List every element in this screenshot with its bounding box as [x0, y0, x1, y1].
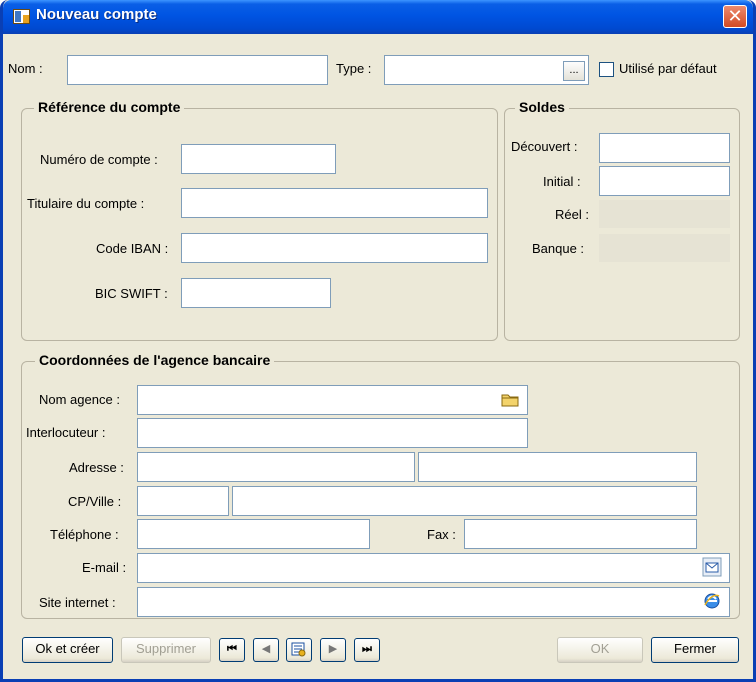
- account-app-icon: [13, 9, 30, 24]
- interlocuteur-label: Interlocuteur :: [26, 425, 106, 440]
- nom-label: Nom :: [8, 61, 43, 76]
- adresse-line1-input[interactable]: [137, 452, 415, 482]
- search-record-button[interactable]: [286, 638, 312, 662]
- decouvert-label: Découvert :: [511, 139, 578, 154]
- titulaire-compte-label: Titulaire du compte :: [27, 196, 145, 211]
- nom-agence-label: Nom agence :: [39, 392, 120, 407]
- title-bar[interactable]: Nouveau compte ✕: [3, 0, 753, 34]
- email-input[interactable]: [137, 553, 730, 583]
- banque-value-field: [599, 234, 730, 262]
- fax-label: Fax :: [427, 527, 456, 542]
- nav-first-button[interactable]: ⏮: [219, 638, 245, 662]
- site-internet-input[interactable]: [137, 587, 730, 617]
- telephone-input[interactable]: [137, 519, 370, 549]
- default-checkbox-label: Utilisé par défaut: [619, 61, 717, 76]
- nav-previous-button[interactable]: ◀: [253, 638, 279, 662]
- reference-group-title: Référence du compte: [34, 99, 185, 115]
- iban-input[interactable]: [181, 233, 488, 263]
- banque-label: Banque :: [532, 241, 585, 256]
- type-label: Type :: [336, 61, 372, 76]
- nom-input[interactable]: [67, 55, 328, 85]
- interlocuteur-input[interactable]: [137, 418, 528, 448]
- iban-label: Code IBAN :: [96, 241, 169, 256]
- fax-input[interactable]: [464, 519, 697, 549]
- nav-last-button[interactable]: ⏭: [354, 638, 380, 662]
- default-checkbox[interactable]: [599, 62, 614, 77]
- bic-swift-label: BIC SWIFT :: [95, 286, 168, 301]
- search-record-icon: [291, 642, 306, 657]
- supprimer-button[interactable]: Supprimer: [121, 637, 211, 663]
- type-input[interactable]: [384, 55, 589, 85]
- titulaire-compte-input[interactable]: [181, 188, 488, 218]
- fermer-button[interactable]: Fermer: [651, 637, 739, 663]
- dialog-window: Nouveau compte ✕ Nom : Type : ... Utilis…: [0, 0, 756, 682]
- type-browse-button[interactable]: ...: [563, 61, 585, 81]
- numero-compte-label: Numéro de compte :: [40, 152, 158, 167]
- email-label: E-mail :: [82, 560, 127, 575]
- nav-next-button[interactable]: ▶: [320, 638, 346, 662]
- adresse-label: Adresse :: [69, 460, 124, 475]
- soldes-group-title: Soldes: [515, 99, 569, 115]
- window-title: Nouveau compte: [36, 6, 157, 23]
- adresse-line2-input[interactable]: [418, 452, 697, 482]
- cp-ville-label: CP/Ville :: [68, 494, 122, 509]
- folder-icon[interactable]: [500, 389, 520, 409]
- reel-value-field: [599, 200, 730, 228]
- ok-button[interactable]: OK: [557, 637, 643, 663]
- numero-compte-input[interactable]: [181, 144, 336, 174]
- site-internet-label: Site internet :: [39, 595, 116, 610]
- ville-input[interactable]: [232, 486, 697, 516]
- agence-group-title: Coordonnées de l'agence bancaire: [35, 352, 275, 368]
- close-button[interactable]: ✕: [723, 5, 747, 28]
- telephone-label: Téléphone :: [50, 527, 119, 542]
- initial-label: Initial :: [543, 174, 581, 189]
- initial-input[interactable]: [599, 166, 730, 196]
- decouvert-input[interactable]: [599, 133, 730, 163]
- internet-explorer-icon[interactable]: [702, 591, 722, 611]
- code-postal-input[interactable]: [137, 486, 229, 516]
- email-icon[interactable]: [702, 557, 722, 577]
- reel-label: Réel :: [555, 207, 589, 222]
- nom-agence-input[interactable]: [137, 385, 528, 415]
- bic-swift-input[interactable]: [181, 278, 331, 308]
- ok-et-creer-button[interactable]: Ok et créer: [22, 637, 113, 663]
